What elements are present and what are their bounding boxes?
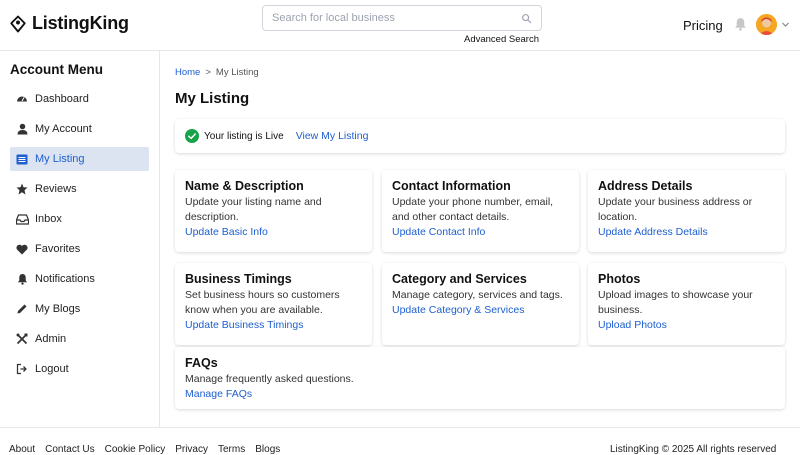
- sidebar-item-label: My Listing: [35, 153, 85, 165]
- card-link[interactable]: Update Contact Info: [392, 225, 569, 240]
- card-link[interactable]: Update Business Timings: [185, 318, 362, 333]
- card-link[interactable]: Manage FAQs: [185, 387, 775, 402]
- card-description: Update your listing name and description…: [185, 196, 322, 223]
- card-photos: Photos Upload images to showcase your bu…: [588, 263, 785, 345]
- card-description: Update your phone number, email, and oth…: [392, 196, 554, 223]
- card-name-description: Name & Description Update your listing n…: [175, 170, 372, 252]
- card-faqs: FAQs Manage frequently asked questions. …: [175, 347, 785, 409]
- notification-bell-icon[interactable]: [734, 17, 747, 31]
- breadcrumb: Home > My Listing: [175, 67, 259, 78]
- status-text: Your listing is Live: [204, 130, 284, 142]
- breadcrumb-home[interactable]: Home: [175, 67, 200, 78]
- card-link[interactable]: Upload Photos: [598, 318, 775, 333]
- view-listing-link[interactable]: View My Listing: [296, 130, 369, 142]
- sidebar-item-label: My Account: [35, 123, 92, 135]
- heart-icon: [15, 242, 29, 256]
- card-title: Business Timings: [185, 272, 292, 286]
- card-description: Manage frequently asked questions.: [185, 373, 354, 385]
- sidebar-item-label: Inbox: [35, 213, 62, 225]
- card-title: FAQs: [185, 356, 218, 370]
- inbox-icon: [15, 212, 29, 226]
- listing-status-card: Your listing is Live View My Listing: [175, 119, 785, 153]
- sidebar-item-label: Admin: [35, 333, 67, 345]
- top-header: ListingKing Advanced Search Pricing: [0, 0, 800, 51]
- user-icon: [15, 122, 29, 136]
- footer: About Contact Us Cookie Policy Privacy T…: [0, 427, 800, 455]
- tools-icon: [15, 332, 29, 346]
- logo[interactable]: ListingKing: [9, 13, 129, 34]
- card-address-details: Address Details Update your business add…: [588, 170, 785, 252]
- sidebar-item-reviews[interactable]: Reviews: [10, 177, 149, 201]
- sidebar-item-notifications[interactable]: Notifications: [10, 267, 149, 291]
- sidebar-item-label: Logout: [35, 363, 69, 375]
- card-title: Contact Information: [392, 179, 511, 193]
- sidebar-item-label: My Blogs: [35, 303, 81, 315]
- sidebar-item-inbox[interactable]: Inbox: [10, 207, 149, 231]
- card-title: Name & Description: [185, 179, 304, 193]
- card-title: Address Details: [598, 179, 693, 193]
- pen-icon: [15, 302, 29, 316]
- card-description: Set business hours so customers know whe…: [185, 289, 340, 316]
- sidebar-item-my-blogs[interactable]: My Blogs: [10, 297, 149, 321]
- card-description: Upload images to showcase your business.: [598, 289, 753, 316]
- breadcrumb-current: My Listing: [215, 67, 259, 78]
- card-category-services: Category and Services Manage category, s…: [382, 263, 579, 345]
- card-description: Manage category, services and tags.: [392, 289, 563, 301]
- sidebar-item-favorites[interactable]: Favorites: [10, 237, 149, 261]
- sidebar-title: Account Menu: [10, 62, 103, 77]
- breadcrumb-separator: >: [205, 67, 211, 78]
- card-contact-information: Contact Information Update your phone nu…: [382, 170, 579, 252]
- star-icon: [15, 182, 29, 196]
- advanced-search-link[interactable]: Advanced Search: [464, 34, 539, 45]
- sidebar-item-dashboard[interactable]: Dashboard: [10, 87, 149, 111]
- logo-text: ListingKing: [32, 13, 129, 33]
- sidebar-item-label: Reviews: [35, 183, 77, 195]
- sidebar-item-label: Dashboard: [35, 93, 89, 105]
- bell-icon: [15, 272, 29, 286]
- sidebar-item-label: Notifications: [35, 273, 95, 285]
- sidebar-item-my-listing[interactable]: My Listing: [10, 147, 149, 171]
- card-link[interactable]: Update Category & Services: [392, 303, 569, 318]
- sidebar-item-my-account[interactable]: My Account: [10, 117, 149, 141]
- dashboard-icon: [15, 92, 29, 106]
- card-title: Photos: [598, 272, 641, 286]
- logout-icon: [15, 362, 29, 376]
- listing-icon: [15, 152, 29, 166]
- chevron-down-icon[interactable]: [781, 20, 790, 29]
- card-title: Category and Services: [392, 272, 527, 286]
- card-description: Update your business address or location…: [598, 196, 753, 223]
- check-circle-icon: [185, 129, 199, 143]
- page-title: My Listing: [175, 90, 250, 107]
- sidebar-item-logout[interactable]: Logout: [10, 357, 149, 381]
- card-link[interactable]: Update Basic Info: [185, 225, 362, 240]
- pricing-link[interactable]: Pricing: [683, 18, 723, 33]
- sidebar: Account Menu Dashboard My Account My Lis…: [0, 51, 160, 427]
- avatar[interactable]: [756, 14, 777, 35]
- card-link[interactable]: Update Address Details: [598, 225, 775, 240]
- search-bar[interactable]: [262, 5, 542, 31]
- card-business-timings: Business Timings Set business hours so c…: [175, 263, 372, 345]
- search-icon[interactable]: [521, 13, 532, 24]
- map-pin-icon: [10, 15, 26, 32]
- sidebar-item-admin[interactable]: Admin: [10, 327, 149, 351]
- sidebar-item-label: Favorites: [35, 243, 81, 255]
- search-input[interactable]: [272, 12, 521, 24]
